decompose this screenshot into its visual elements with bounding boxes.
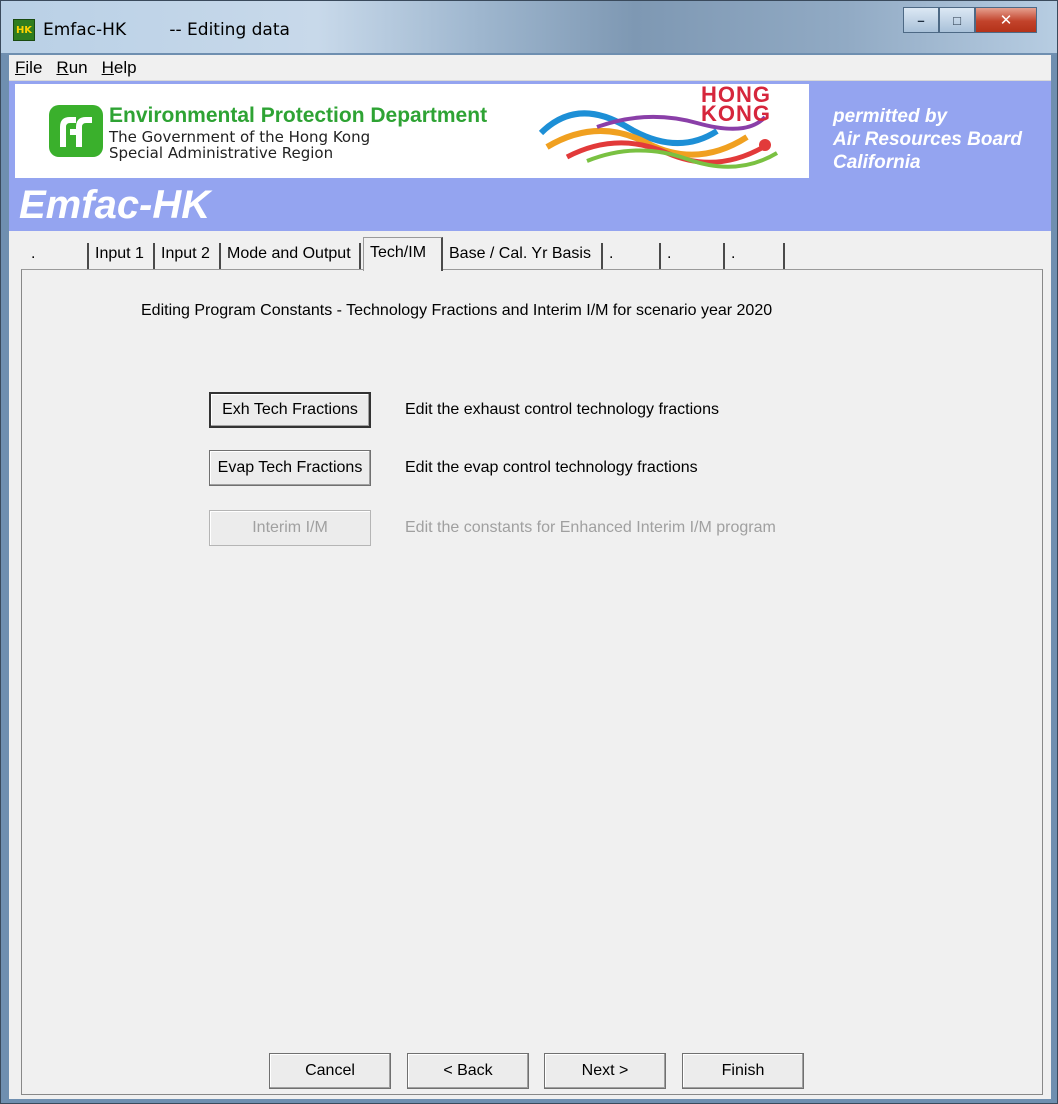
menu-help[interactable]: Help [96,58,145,78]
tab-blank-2[interactable]: . [603,243,661,269]
window-controls: – □ ✕ [903,7,1037,33]
tab-page-tech-im [21,269,1043,1095]
tab-mode-and-output[interactable]: Mode and Output [221,243,361,269]
finish-button[interactable]: Finish [682,1053,804,1089]
interim-im-description: Edit the constants for Enhanced Interim … [405,519,776,536]
cancel-button[interactable]: Cancel [269,1053,391,1089]
epd-title: Environmental Protection Department [109,104,488,127]
minimize-icon: – [917,12,925,28]
maximize-icon: □ [953,12,961,28]
window-title: Emfac-HK -- Editing data [43,20,290,40]
tab-blank-3[interactable]: . [661,243,725,269]
exh-tech-fractions-button[interactable]: Exh Tech Fractions [209,392,371,428]
interim-im-button[interactable]: Interim I/M [209,510,371,546]
menu-bar: File Run Help [9,55,1051,81]
menu-file[interactable]: File [9,58,50,78]
evap-tech-fractions-description: Edit the evap control technology fractio… [405,459,698,476]
page-heading: Editing Program Constants - Technology F… [141,302,773,319]
tab-base-cal-yr-basis[interactable]: Base / Cal. Yr Basis [443,243,603,269]
close-button[interactable]: ✕ [975,7,1037,33]
menu-run[interactable]: Run [50,58,95,78]
permission-notice: permitted by Air Resources Board Califor… [833,106,1023,173]
title-bar[interactable]: HK Emfac-HK -- Editing data – □ ✕ [1,1,1057,53]
app-window: HK Emfac-HK -- Editing data – □ ✕ File R… [0,0,1058,1104]
exh-tech-fractions-description: Edit the exhaust control technology frac… [405,401,719,418]
tab-blank-4[interactable]: . [725,243,785,269]
close-icon: ✕ [999,12,1013,29]
back-button[interactable]: < Back [407,1053,529,1089]
hong-kong-wordmark: HONG KONG [701,82,771,126]
next-button[interactable]: Next > [544,1053,666,1089]
tab-input-2[interactable]: Input 2 [155,243,221,269]
emfac-app-icon[interactable]: HK [13,19,35,41]
app-title: Emfac-HK [19,183,211,227]
minimize-button[interactable]: – [903,7,939,33]
tab-blank-1[interactable]: . [25,243,89,269]
tab-input-1[interactable]: Input 1 [89,243,155,269]
evap-tech-fractions-button[interactable]: Evap Tech Fractions [209,450,371,486]
epd-subtitle-line2: Special Administrative Region [109,144,334,162]
tab-tech-im[interactable]: Tech/IM [363,237,443,271]
maximize-button[interactable]: □ [939,7,975,33]
epd-logo [49,105,103,157]
